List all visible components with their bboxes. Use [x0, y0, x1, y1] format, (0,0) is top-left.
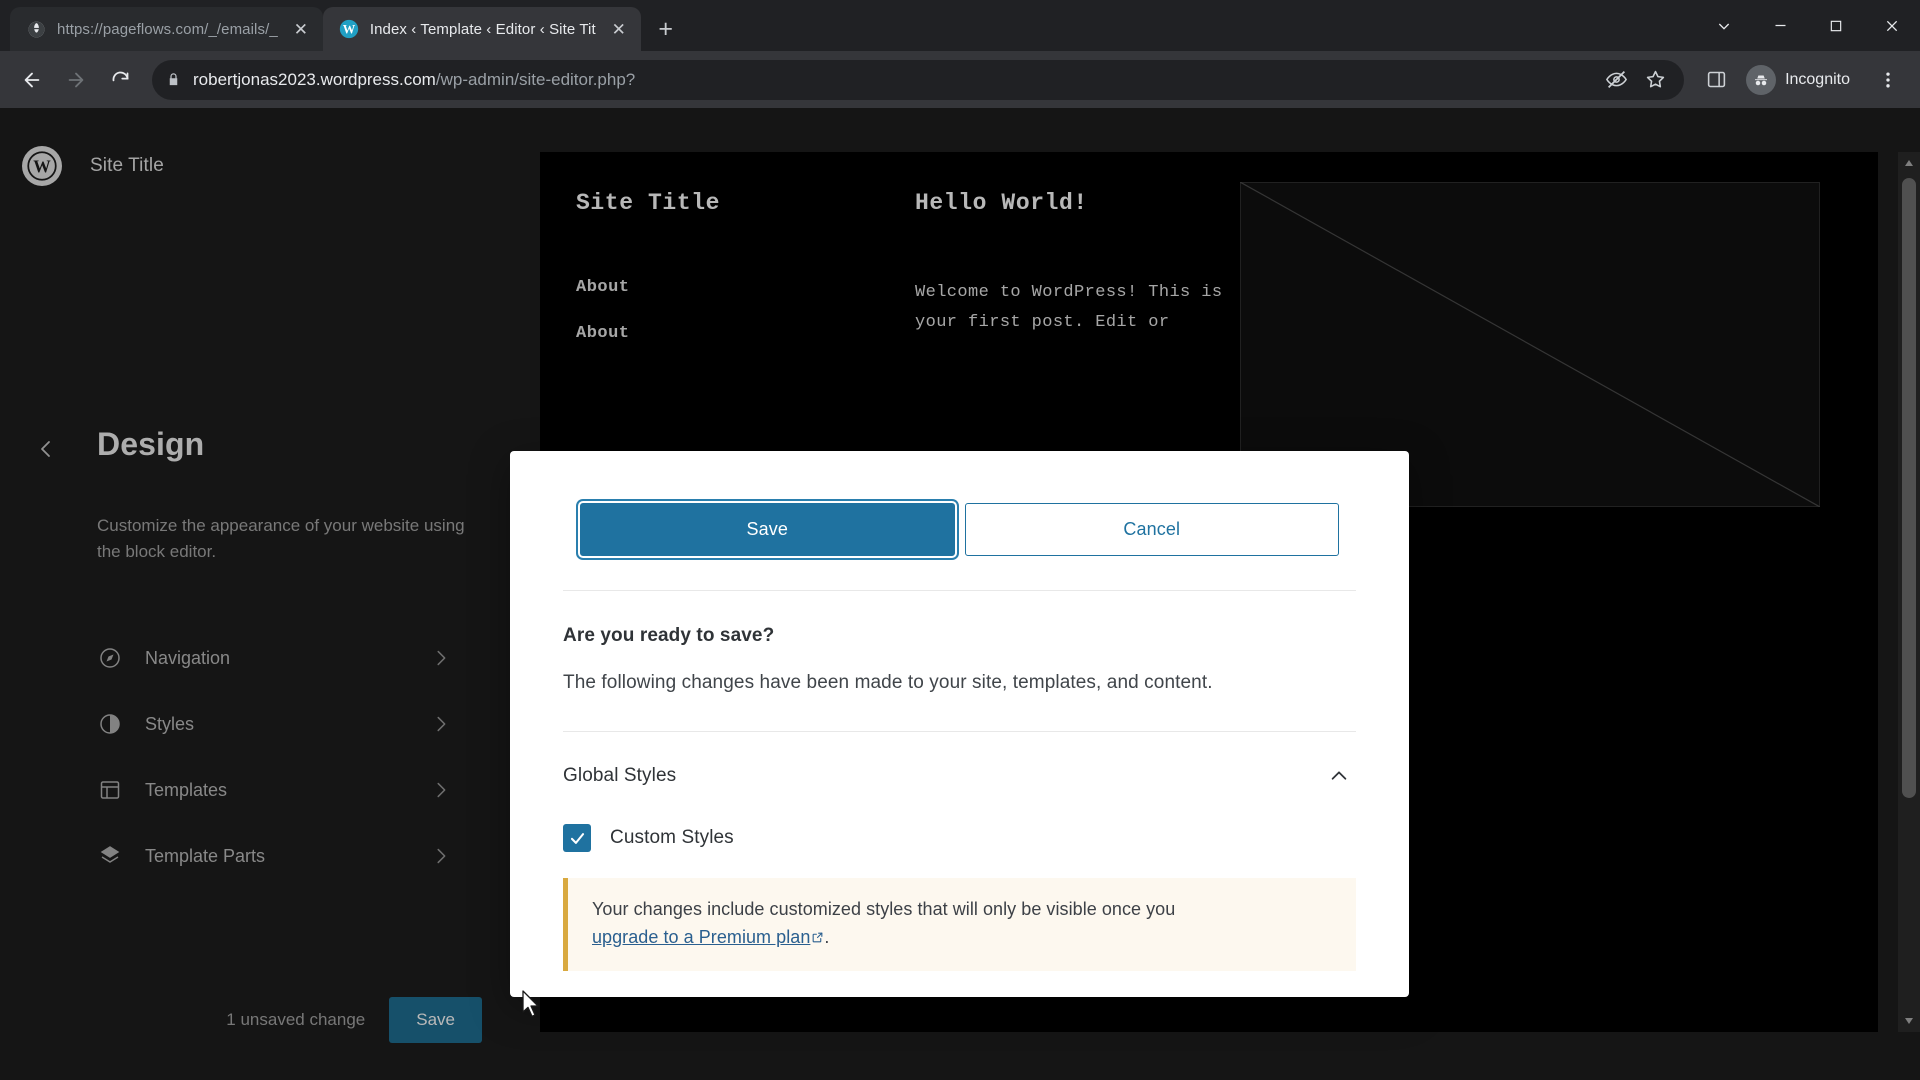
tab-title: https://pageflows.com/_/emails/_ [57, 20, 278, 38]
custom-styles-label: Custom Styles [610, 827, 734, 848]
profile-chip[interactable]: Incognito [1740, 61, 1864, 99]
lock-icon [166, 72, 181, 87]
global-styles-panel-header[interactable]: Global Styles [510, 740, 1409, 812]
globe-icon [26, 19, 46, 39]
browser-tab-1[interactable]: https://pageflows.com/_/emails/_ ✕ [10, 7, 323, 51]
minimize-button[interactable] [1752, 0, 1808, 51]
close-icon[interactable]: ✕ [607, 17, 631, 41]
upgrade-notice: Your changes include customized styles t… [563, 878, 1356, 972]
close-icon[interactable]: ✕ [289, 17, 313, 41]
tab-title: Index ‹ Template ‹ Editor ‹ Site Tit [369, 20, 596, 38]
external-link-icon [811, 924, 824, 952]
modal-action-row: Save Cancel [510, 451, 1409, 556]
browser-window: https://pageflows.com/_/emails/_ ✕ W Ind… [0, 0, 1920, 1080]
side-panel-icon[interactable] [1696, 60, 1736, 100]
wordpress-icon: W [339, 19, 359, 39]
eye-off-icon[interactable] [1606, 69, 1628, 90]
mouse-cursor [521, 990, 541, 1023]
chevron-up-icon[interactable] [1322, 759, 1356, 793]
back-arrow-icon[interactable] [12, 60, 52, 100]
tab-strip: https://pageflows.com/_/emails/_ ✕ W Ind… [0, 0, 1920, 51]
link-label: upgrade to a Premium plan [592, 927, 811, 948]
reload-icon[interactable] [100, 60, 140, 100]
notice-text: Your changes include customized styles t… [592, 895, 1332, 952]
custom-styles-checkbox[interactable] [563, 824, 591, 852]
divider [563, 731, 1356, 732]
forward-arrow-icon [56, 60, 96, 100]
notice-text-after: . [824, 927, 830, 948]
window-controls [1696, 0, 1920, 51]
url-path: /wp-admin/site-editor.php? [435, 69, 636, 89]
modal-question: Are you ready to save? [563, 625, 775, 646]
maximize-button[interactable] [1808, 0, 1864, 51]
profile-label: Incognito [1785, 70, 1850, 88]
star-icon[interactable] [1645, 69, 1666, 90]
url-text: robertjonas2023.wordpress.com/wp-admin/s… [193, 70, 635, 90]
address-bar[interactable]: robertjonas2023.wordpress.com/wp-admin/s… [152, 59, 1685, 100]
omnibox-actions [1606, 69, 1670, 90]
page-viewport: W Site Title Design Customize the appear… [0, 108, 1920, 1080]
modal-intro: Are you ready to save? The following cha… [510, 591, 1409, 694]
custom-styles-checkbox-row[interactable]: Custom Styles [510, 824, 1409, 852]
incognito-icon [1746, 64, 1777, 95]
cancel-button[interactable]: Cancel [964, 503, 1339, 556]
upgrade-to-premium-link[interactable]: upgrade to a Premium plan [592, 927, 824, 947]
chevron-down-icon[interactable] [1696, 0, 1752, 51]
notice-text-before: Your changes include customized styles t… [592, 899, 1176, 919]
three-dot-menu-icon[interactable] [1868, 60, 1908, 100]
save-button[interactable]: Save [580, 503, 955, 556]
new-tab-button[interactable]: + [649, 12, 683, 46]
browser-tab-2[interactable]: W Index ‹ Template ‹ Editor ‹ Site Tit ✕ [322, 7, 641, 51]
modal-subtext: The following changes have been made to … [563, 672, 1213, 693]
panel-title: Global Styles [563, 765, 677, 786]
save-panel-modal: Save Cancel Are you ready to save? The f… [510, 451, 1409, 997]
svg-text:W: W [343, 23, 356, 37]
browser-toolbar: robertjonas2023.wordpress.com/wp-admin/s… [0, 51, 1920, 108]
url-domain: robertjonas2023.wordpress.com [193, 69, 436, 89]
close-window-button[interactable] [1864, 0, 1920, 51]
